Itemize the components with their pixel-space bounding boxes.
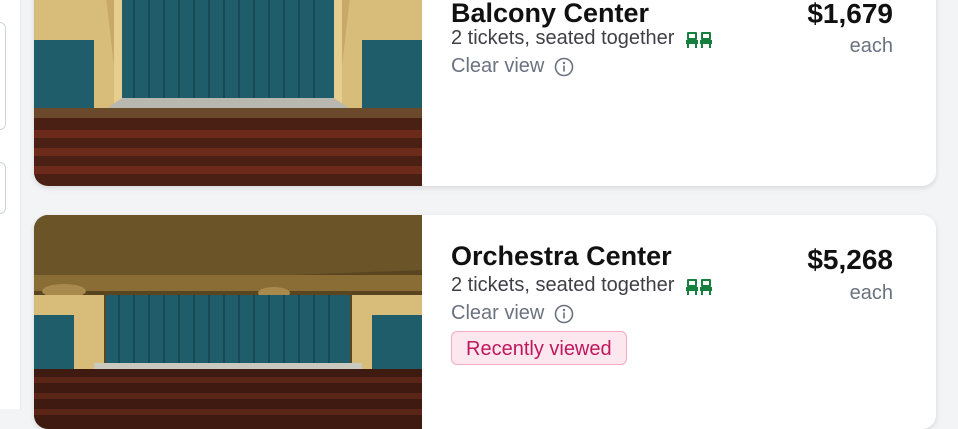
view-quality: Clear view bbox=[451, 302, 574, 325]
price-unit: each bbox=[849, 35, 893, 57]
seats-together-icon bbox=[686, 30, 713, 48]
listing-card[interactable]: Orchestra Center 2 tickets, seated toget… bbox=[34, 215, 936, 429]
section-name: Balcony Center bbox=[451, 0, 650, 28]
recently-viewed-badge: Recently viewed bbox=[451, 331, 627, 365]
seats-together-icon bbox=[686, 277, 713, 295]
left-panel-edge bbox=[0, 0, 21, 409]
info-icon[interactable] bbox=[554, 304, 574, 324]
ticket-count-text: 2 tickets, seated together bbox=[451, 274, 675, 296]
price: $5,268 bbox=[807, 244, 893, 275]
left-panel-control[interactable] bbox=[0, 22, 6, 130]
ticket-count-text: 2 tickets, seated together bbox=[451, 27, 675, 49]
seat-view-image bbox=[34, 0, 422, 186]
view-quality-text: Clear view bbox=[451, 55, 545, 77]
listing-card[interactable]: Balcony Center 2 tickets, seated togethe… bbox=[34, 0, 936, 186]
ticket-count: 2 tickets, seated together bbox=[451, 27, 713, 50]
view-quality-text: Clear view bbox=[451, 302, 545, 324]
info-icon[interactable] bbox=[554, 57, 574, 77]
price: $1,679 bbox=[807, 0, 893, 29]
listing-info: Orchestra Center 2 tickets, seated toget… bbox=[451, 215, 936, 429]
left-panel-control[interactable] bbox=[0, 162, 6, 214]
section-name: Orchestra Center bbox=[451, 241, 672, 271]
ticket-count: 2 tickets, seated together bbox=[451, 274, 713, 297]
view-quality: Clear view bbox=[451, 55, 574, 78]
seat-view-image bbox=[34, 215, 422, 429]
price-unit: each bbox=[849, 282, 893, 304]
listing-info: Balcony Center 2 tickets, seated togethe… bbox=[451, 0, 936, 186]
